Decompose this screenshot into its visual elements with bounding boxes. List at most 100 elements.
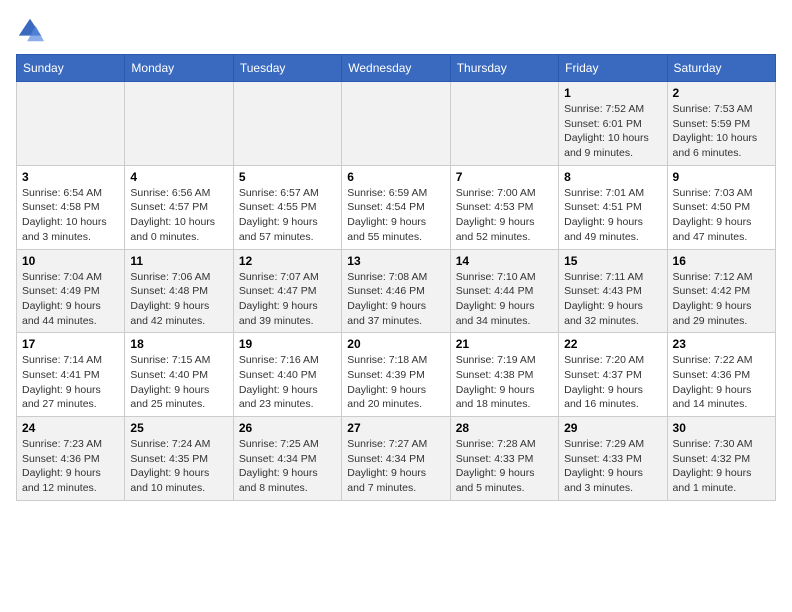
day-info: Sunrise: 7:16 AM Sunset: 4:40 PM Dayligh…	[239, 353, 336, 412]
day-info: Sunrise: 7:14 AM Sunset: 4:41 PM Dayligh…	[22, 353, 119, 412]
week-row-3: 10 Sunrise: 7:04 AM Sunset: 4:49 PM Dayli…	[17, 249, 776, 333]
calendar-cell	[125, 82, 233, 166]
calendar-cell: 18 Sunrise: 7:15 AM Sunset: 4:40 PM Dayli…	[125, 333, 233, 417]
calendar-table: SundayMondayTuesdayWednesdayThursdayFrid…	[16, 54, 776, 501]
day-info: Sunrise: 7:52 AM Sunset: 6:01 PM Dayligh…	[564, 102, 661, 161]
week-row-4: 17 Sunrise: 7:14 AM Sunset: 4:41 PM Dayli…	[17, 333, 776, 417]
day-number: 22	[564, 337, 661, 351]
calendar-cell: 8Sunrise: 7:01 AM Sunset: 4:51 PM Daylig…	[559, 165, 667, 249]
day-number: 24	[22, 421, 119, 435]
day-info: Sunrise: 7:15 AM Sunset: 4:40 PM Dayligh…	[130, 353, 227, 412]
day-header-saturday: Saturday	[667, 55, 775, 82]
calendar-cell: 11Sunrise: 7:06 AM Sunset: 4:48 PM Dayli…	[125, 249, 233, 333]
week-row-1: 1 Sunrise: 7:52 AM Sunset: 6:01 PM Daylig…	[17, 82, 776, 166]
calendar-cell: 27 Sunrise: 7:27 AM Sunset: 4:34 PM Dayli…	[342, 417, 450, 501]
calendar-body: 1 Sunrise: 7:52 AM Sunset: 6:01 PM Daylig…	[17, 82, 776, 501]
day-info: Sunrise: 7:06 AM Sunset: 4:48 PM Dayligh…	[130, 270, 227, 329]
day-header-friday: Friday	[559, 55, 667, 82]
day-number: 28	[456, 421, 553, 435]
calendar-cell: 26 Sunrise: 7:25 AM Sunset: 4:34 PM Dayli…	[233, 417, 341, 501]
day-number: 4	[130, 170, 227, 184]
day-info: Sunrise: 7:29 AM Sunset: 4:33 PM Dayligh…	[564, 437, 661, 496]
calendar-cell	[17, 82, 125, 166]
day-info: Sunrise: 7:03 AM Sunset: 4:50 PM Dayligh…	[673, 186, 770, 245]
calendar-cell: 6 Sunrise: 6:59 AM Sunset: 4:54 PM Daylig…	[342, 165, 450, 249]
day-info: Sunrise: 6:57 AM Sunset: 4:55 PM Dayligh…	[239, 186, 336, 245]
day-info: Sunrise: 7:53 AM Sunset: 5:59 PM Dayligh…	[673, 102, 770, 161]
calendar-cell: 5 Sunrise: 6:57 AM Sunset: 4:55 PM Daylig…	[233, 165, 341, 249]
day-header-tuesday: Tuesday	[233, 55, 341, 82]
day-number: 30	[673, 421, 770, 435]
day-info: Sunrise: 7:10 AM Sunset: 4:44 PM Dayligh…	[456, 270, 553, 329]
calendar-cell: 16 Sunrise: 7:12 AM Sunset: 4:42 PM Dayli…	[667, 249, 775, 333]
day-info: Sunrise: 7:19 AM Sunset: 4:38 PM Dayligh…	[456, 353, 553, 412]
week-row-5: 24 Sunrise: 7:23 AM Sunset: 4:36 PM Dayli…	[17, 417, 776, 501]
calendar-cell: 20Sunrise: 7:18 AM Sunset: 4:39 PM Dayli…	[342, 333, 450, 417]
day-number: 20	[347, 337, 444, 351]
day-number: 19	[239, 337, 336, 351]
calendar-cell	[450, 82, 558, 166]
day-number: 25	[130, 421, 227, 435]
calendar-cell: 3 Sunrise: 6:54 AM Sunset: 4:58 PM Daylig…	[17, 165, 125, 249]
calendar-cell: 17 Sunrise: 7:14 AM Sunset: 4:41 PM Dayli…	[17, 333, 125, 417]
calendar-cell: 23Sunrise: 7:22 AM Sunset: 4:36 PM Dayli…	[667, 333, 775, 417]
calendar-cell: 10 Sunrise: 7:04 AM Sunset: 4:49 PM Dayli…	[17, 249, 125, 333]
day-number: 9	[673, 170, 770, 184]
calendar-cell: 22 Sunrise: 7:20 AM Sunset: 4:37 PM Dayli…	[559, 333, 667, 417]
day-info: Sunrise: 7:07 AM Sunset: 4:47 PM Dayligh…	[239, 270, 336, 329]
page-header	[16, 16, 776, 44]
day-number: 26	[239, 421, 336, 435]
calendar-cell: 21Sunrise: 7:19 AM Sunset: 4:38 PM Dayli…	[450, 333, 558, 417]
calendar-cell	[342, 82, 450, 166]
day-info: Sunrise: 7:25 AM Sunset: 4:34 PM Dayligh…	[239, 437, 336, 496]
day-number: 2	[673, 86, 770, 100]
day-number: 3	[22, 170, 119, 184]
calendar-cell: 25 Sunrise: 7:24 AM Sunset: 4:35 PM Dayli…	[125, 417, 233, 501]
day-number: 1	[564, 86, 661, 100]
day-number: 29	[564, 421, 661, 435]
day-info: Sunrise: 7:30 AM Sunset: 4:32 PM Dayligh…	[673, 437, 770, 496]
day-info: Sunrise: 6:54 AM Sunset: 4:58 PM Dayligh…	[22, 186, 119, 245]
calendar-cell: 7 Sunrise: 7:00 AM Sunset: 4:53 PM Daylig…	[450, 165, 558, 249]
day-number: 5	[239, 170, 336, 184]
day-number: 18	[130, 337, 227, 351]
calendar-cell: 13 Sunrise: 7:08 AM Sunset: 4:46 PM Dayli…	[342, 249, 450, 333]
calendar-cell: 19 Sunrise: 7:16 AM Sunset: 4:40 PM Dayli…	[233, 333, 341, 417]
day-number: 17	[22, 337, 119, 351]
calendar-cell: 2 Sunrise: 7:53 AM Sunset: 5:59 PM Daylig…	[667, 82, 775, 166]
day-info: Sunrise: 7:20 AM Sunset: 4:37 PM Dayligh…	[564, 353, 661, 412]
day-info: Sunrise: 7:08 AM Sunset: 4:46 PM Dayligh…	[347, 270, 444, 329]
day-info: Sunrise: 7:24 AM Sunset: 4:35 PM Dayligh…	[130, 437, 227, 496]
day-info: Sunrise: 6:56 AM Sunset: 4:57 PM Dayligh…	[130, 186, 227, 245]
week-row-2: 3 Sunrise: 6:54 AM Sunset: 4:58 PM Daylig…	[17, 165, 776, 249]
day-info: Sunrise: 6:59 AM Sunset: 4:54 PM Dayligh…	[347, 186, 444, 245]
day-number: 7	[456, 170, 553, 184]
day-info: Sunrise: 7:23 AM Sunset: 4:36 PM Dayligh…	[22, 437, 119, 496]
day-info: Sunrise: 7:04 AM Sunset: 4:49 PM Dayligh…	[22, 270, 119, 329]
logo	[16, 16, 48, 44]
logo-icon	[16, 16, 44, 44]
day-number: 14	[456, 254, 553, 268]
calendar-cell: 28 Sunrise: 7:28 AM Sunset: 4:33 PM Dayli…	[450, 417, 558, 501]
day-number: 13	[347, 254, 444, 268]
calendar-cell: 29 Sunrise: 7:29 AM Sunset: 4:33 PM Dayli…	[559, 417, 667, 501]
calendar-cell: 15 Sunrise: 7:11 AM Sunset: 4:43 PM Dayli…	[559, 249, 667, 333]
day-number: 16	[673, 254, 770, 268]
day-header-monday: Monday	[125, 55, 233, 82]
day-info: Sunrise: 7:27 AM Sunset: 4:34 PM Dayligh…	[347, 437, 444, 496]
calendar-cell	[233, 82, 341, 166]
day-number: 23	[673, 337, 770, 351]
calendar-cell: 24 Sunrise: 7:23 AM Sunset: 4:36 PM Dayli…	[17, 417, 125, 501]
day-number: 27	[347, 421, 444, 435]
calendar-cell: 1 Sunrise: 7:52 AM Sunset: 6:01 PM Daylig…	[559, 82, 667, 166]
day-header-sunday: Sunday	[17, 55, 125, 82]
day-info: Sunrise: 7:12 AM Sunset: 4:42 PM Dayligh…	[673, 270, 770, 329]
day-header-wednesday: Wednesday	[342, 55, 450, 82]
day-info: Sunrise: 7:00 AM Sunset: 4:53 PM Dayligh…	[456, 186, 553, 245]
day-header-thursday: Thursday	[450, 55, 558, 82]
day-info: Sunrise: 7:11 AM Sunset: 4:43 PM Dayligh…	[564, 270, 661, 329]
day-number: 6	[347, 170, 444, 184]
day-info: Sunrise: 7:28 AM Sunset: 4:33 PM Dayligh…	[456, 437, 553, 496]
day-number: 15	[564, 254, 661, 268]
day-number: 10	[22, 254, 119, 268]
